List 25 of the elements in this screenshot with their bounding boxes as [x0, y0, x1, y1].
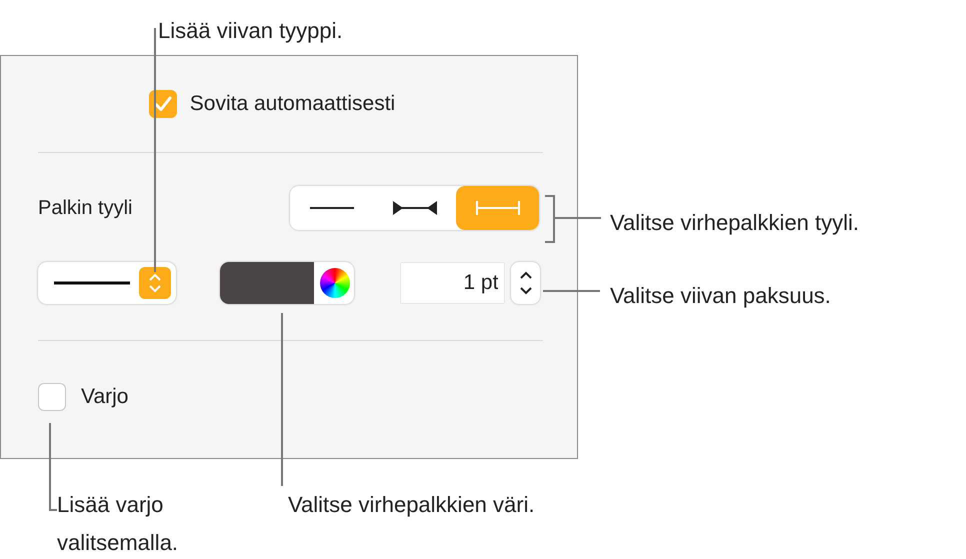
updown-chevron-icon	[139, 267, 172, 299]
callout-text: Lisää varjo valitsemalla.	[57, 491, 180, 557]
leader-line	[543, 290, 600, 292]
line-style-popup[interactable]	[38, 262, 176, 304]
leader-line	[544, 195, 601, 243]
capped-line-icon	[476, 200, 520, 216]
callout-text: Valitse viivan paksuus.	[610, 282, 831, 310]
checkbox-label: Varjo	[81, 384, 128, 410]
callout-text: Valitse virhepalkkien tyyli.	[610, 209, 860, 237]
checkmark-icon	[154, 96, 172, 112]
line-icon	[310, 206, 354, 210]
checkbox-label: Sovita automaattisesti	[190, 91, 396, 118]
style-segment[interactable]	[373, 186, 456, 230]
field-label: Palkin tyyli	[38, 196, 132, 221]
checkbox[interactable]	[148, 90, 177, 118]
arrow-ends-icon	[392, 200, 436, 216]
checkbox[interactable]	[38, 382, 66, 410]
style-segment[interactable]	[290, 186, 373, 230]
thickness-field[interactable]: 1 pt	[401, 263, 504, 303]
callout-text: Lisää viivan tyyppi.	[158, 17, 343, 45]
solid-line-icon	[54, 281, 130, 285]
callout-text: Valitse virhepalkkien väri.	[288, 491, 535, 519]
color-well[interactable]	[220, 262, 354, 304]
color-wheel-icon	[320, 268, 350, 298]
stepper[interactable]	[511, 262, 540, 304]
